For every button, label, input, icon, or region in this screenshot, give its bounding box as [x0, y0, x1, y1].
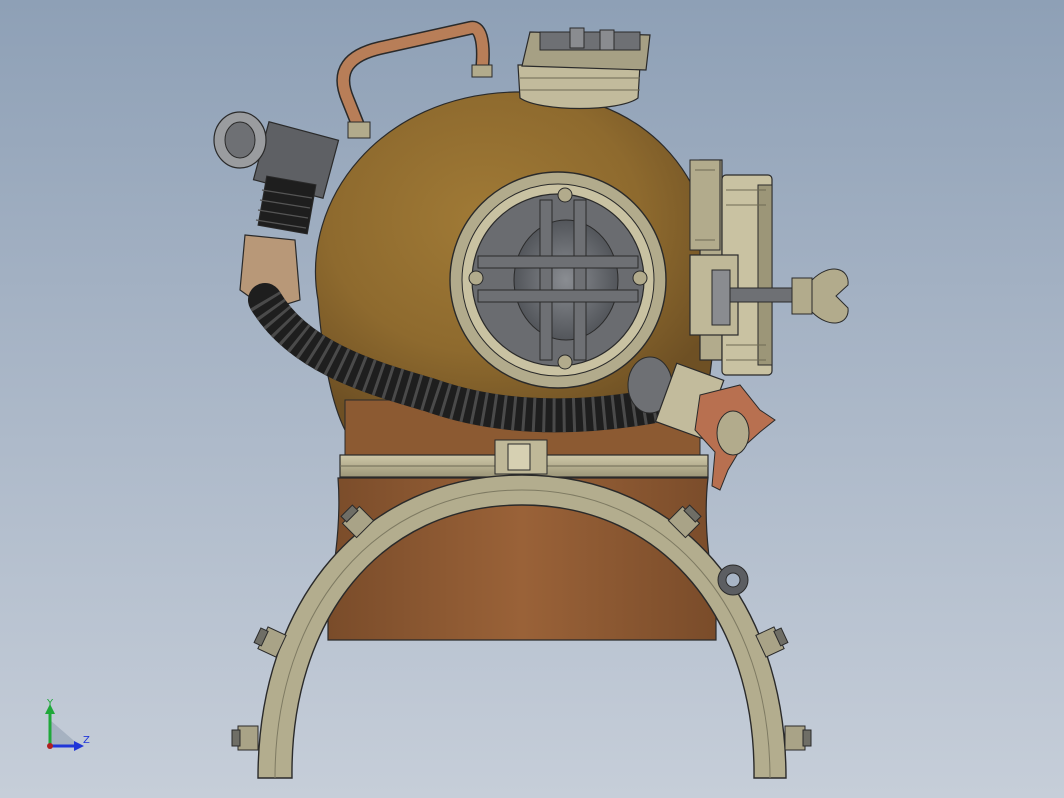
graphics-viewport[interactable]: Y Z [0, 0, 1064, 798]
triad-z-label: Z [83, 735, 90, 746]
helmet-model[interactable] [0, 0, 1064, 798]
coordinate-triad: Y Z [38, 698, 108, 758]
side-window [449, 171, 667, 389]
faceplate-bracket [689, 159, 721, 251]
lifting-ring [717, 564, 749, 596]
top-port [517, 27, 651, 110]
triad-y-label: Y [47, 698, 54, 709]
